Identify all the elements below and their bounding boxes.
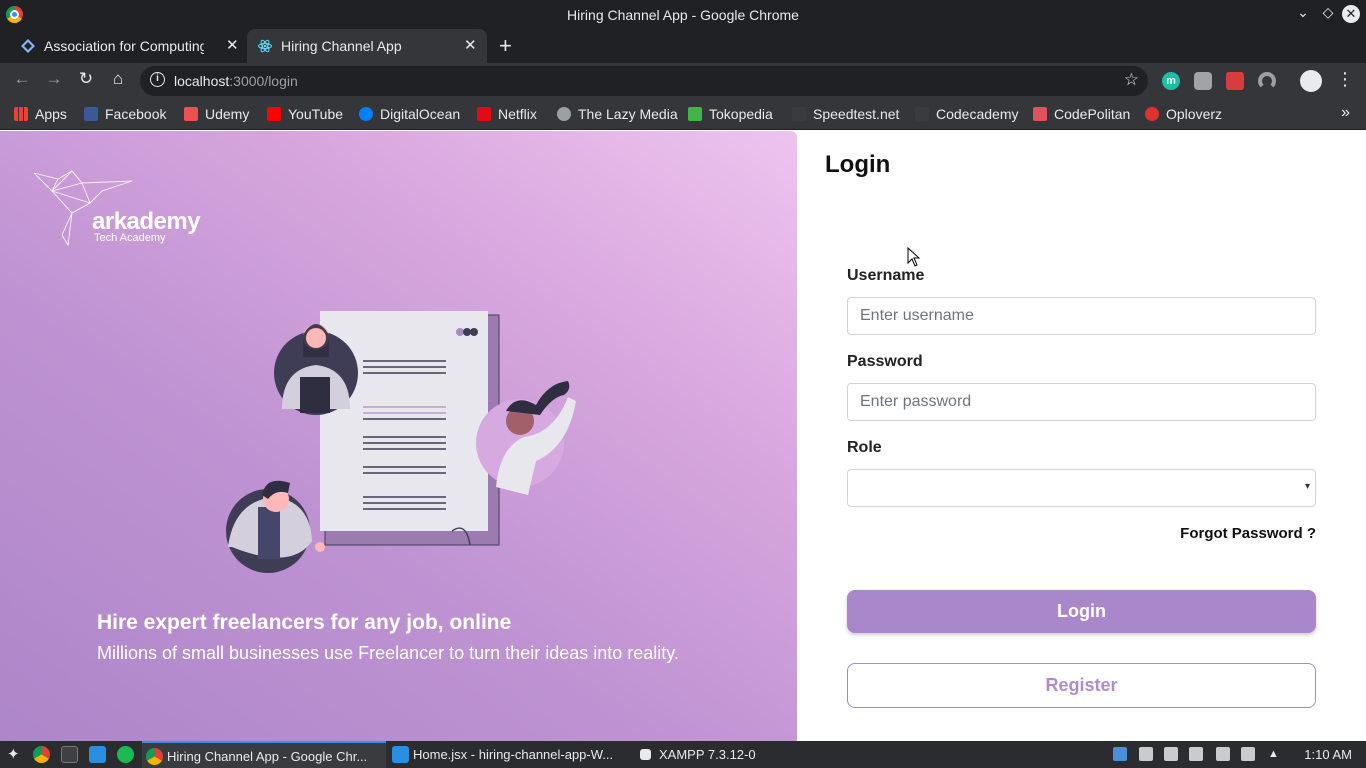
bookmark-codecademy[interactable]: Codecademy [915, 106, 1019, 122]
battery-tray-icon[interactable] [1189, 747, 1203, 761]
chrome-menu-icon[interactable]: ⋮ [1336, 68, 1354, 90]
tab-hiring-channel[interactable]: Hiring Channel App ✕ [247, 29, 487, 63]
netflix-icon [477, 107, 491, 121]
hero-panel: arkademy Tech Academy Hire expert freela… [0, 131, 797, 741]
url-text[interactable]: localhost:3000/login [174, 73, 298, 89]
bookmark-facebook[interactable]: Facebook [84, 106, 166, 122]
tab-label: Association for Computing Machinery [44, 38, 204, 54]
back-icon[interactable]: ← [10, 69, 34, 89]
taskbar-vscode-icon[interactable] [86, 741, 108, 768]
bookmark-speedtest[interactable]: Speedtest.net [792, 106, 899, 122]
site-info-icon[interactable]: i [150, 72, 165, 87]
bookmark-apps[interactable]: Apps [14, 106, 67, 122]
tab-acm[interactable]: Association for Computing Machinery ✕ [10, 29, 246, 63]
address-bar[interactable]: i localhost:3000/login ☆ [140, 66, 1148, 96]
acm-diamond-icon [21, 39, 35, 53]
window-titlebar: Hiring Channel App - Google Chrome ⌄ ◇ ✕ [0, 0, 1366, 29]
forward-icon[interactable]: → [42, 69, 66, 89]
role-label: Role [847, 439, 882, 456]
username-label: Username [847, 267, 925, 284]
maximize-icon[interactable]: ◇ [1318, 4, 1338, 21]
select-arrow-icon: ▾ [1304, 481, 1310, 492]
bookmark-the-lazy-media[interactable]: The Lazy Media [557, 106, 678, 122]
close-window-icon[interactable]: ✕ [1342, 5, 1360, 23]
new-tab-icon[interactable]: + [499, 33, 512, 59]
apps-grid-icon [14, 107, 28, 121]
xampp-icon [640, 749, 651, 760]
login-heading: Login [825, 151, 891, 178]
extension-chat-icon[interactable] [1194, 72, 1212, 90]
globe-icon [557, 107, 571, 121]
facebook-icon [84, 107, 98, 121]
oploverz-icon [1145, 107, 1159, 121]
youtube-icon [267, 107, 281, 121]
tray-expand-icon[interactable]: ▲ [1268, 747, 1282, 761]
reload-icon[interactable]: ↻ [74, 69, 98, 89]
taskbar-terminal-icon[interactable] [58, 741, 80, 768]
hero-headline: Hire expert freelancers for any job, onl… [97, 611, 512, 634]
vscode-icon [392, 746, 409, 763]
digitalocean-icon [359, 107, 373, 121]
tab-label: Hiring Channel App [281, 38, 402, 54]
register-button[interactable]: Register [847, 663, 1316, 708]
codepolitan-icon [1033, 107, 1047, 121]
extension-m-icon[interactable]: m [1162, 72, 1180, 90]
taskbar-spotify-icon[interactable] [114, 741, 136, 768]
login-button[interactable]: Login [847, 590, 1316, 633]
extension-arc-icon[interactable] [1258, 72, 1276, 90]
tab-strip: Association for Computing Machinery ✕ Hi… [0, 29, 1366, 63]
taskbar-item-vscode-window[interactable]: Home.jsx - hiring-channel-app-W... [388, 741, 630, 768]
page-content: arkademy Tech Academy Hire expert freela… [0, 131, 1366, 741]
taskbar-chrome-icon[interactable] [30, 741, 52, 768]
taskbar-clock: 1:10 AM [1304, 747, 1352, 762]
window-title: Hiring Channel App - Google Chrome [567, 7, 799, 23]
bookmark-udemy[interactable]: Udemy [184, 106, 249, 122]
tokopedia-icon [688, 107, 702, 121]
role-select[interactable]: ▾ [847, 469, 1316, 507]
bookmark-tokopedia[interactable]: Tokopedia [688, 106, 773, 122]
extension-red-icon[interactable] [1226, 72, 1244, 90]
app-launcher-icon[interactable]: ✦ [4, 741, 24, 768]
hiring-illustration [226, 311, 576, 573]
logo-subtitle: Tech Academy [94, 232, 166, 244]
arkademy-logo: arkademy Tech Academy [32, 169, 222, 249]
react-icon [258, 39, 272, 53]
forgot-password-link[interactable]: Forgot Password ? [1180, 525, 1316, 542]
minimize-icon[interactable]: ⌄ [1293, 4, 1313, 21]
bookmark-netflix[interactable]: Netflix [477, 106, 537, 122]
bookmark-youtube[interactable]: YouTube [267, 106, 343, 122]
home-icon[interactable]: ⌂ [106, 69, 130, 89]
password-input[interactable] [847, 383, 1316, 421]
speedtest-icon [792, 107, 806, 121]
clipboard-tray-icon[interactable] [1139, 747, 1153, 761]
os-taskbar: ✦ Hiring Channel App - Google Chr... Hom… [0, 741, 1366, 768]
bookmarks-bar: Apps Facebook Udemy YouTube DigitalOcean… [0, 99, 1366, 130]
shield-tray-icon[interactable] [1113, 747, 1127, 761]
volume-tray-icon[interactable] [1241, 747, 1255, 761]
chrome-icon [146, 748, 163, 765]
close-tab-icon[interactable]: ✕ [464, 36, 477, 54]
taskbar-item-xampp-window[interactable]: XAMPP 7.3.12-0 [636, 741, 876, 768]
hero-subline: Millions of small businesses use Freelan… [97, 643, 679, 663]
close-tab-icon[interactable]: ✕ [226, 36, 239, 54]
user-tray-icon[interactable] [1164, 747, 1178, 761]
udemy-icon [184, 107, 198, 121]
taskbar-item-chrome-window[interactable]: Hiring Channel App - Google Chr... [142, 741, 386, 768]
bookmark-codepolitan[interactable]: CodePolitan [1033, 106, 1130, 122]
bookmarks-overflow-icon[interactable]: » [1341, 104, 1350, 122]
storage-tray-icon[interactable] [1216, 747, 1230, 761]
bookmark-oploverz[interactable]: Oploverz [1145, 106, 1222, 122]
profile-avatar-icon[interactable] [1300, 70, 1322, 92]
bookmark-star-icon[interactable]: ☆ [1124, 70, 1139, 90]
browser-toolbar: ← → ↻ ⌂ i localhost:3000/login ☆ m ⋮ [0, 63, 1366, 99]
password-label: Password [847, 353, 923, 370]
username-input[interactable] [847, 297, 1316, 335]
codecademy-icon [915, 107, 929, 121]
mouse-cursor-icon [907, 247, 921, 267]
bookmark-digitalocean[interactable]: DigitalOcean [359, 106, 460, 122]
